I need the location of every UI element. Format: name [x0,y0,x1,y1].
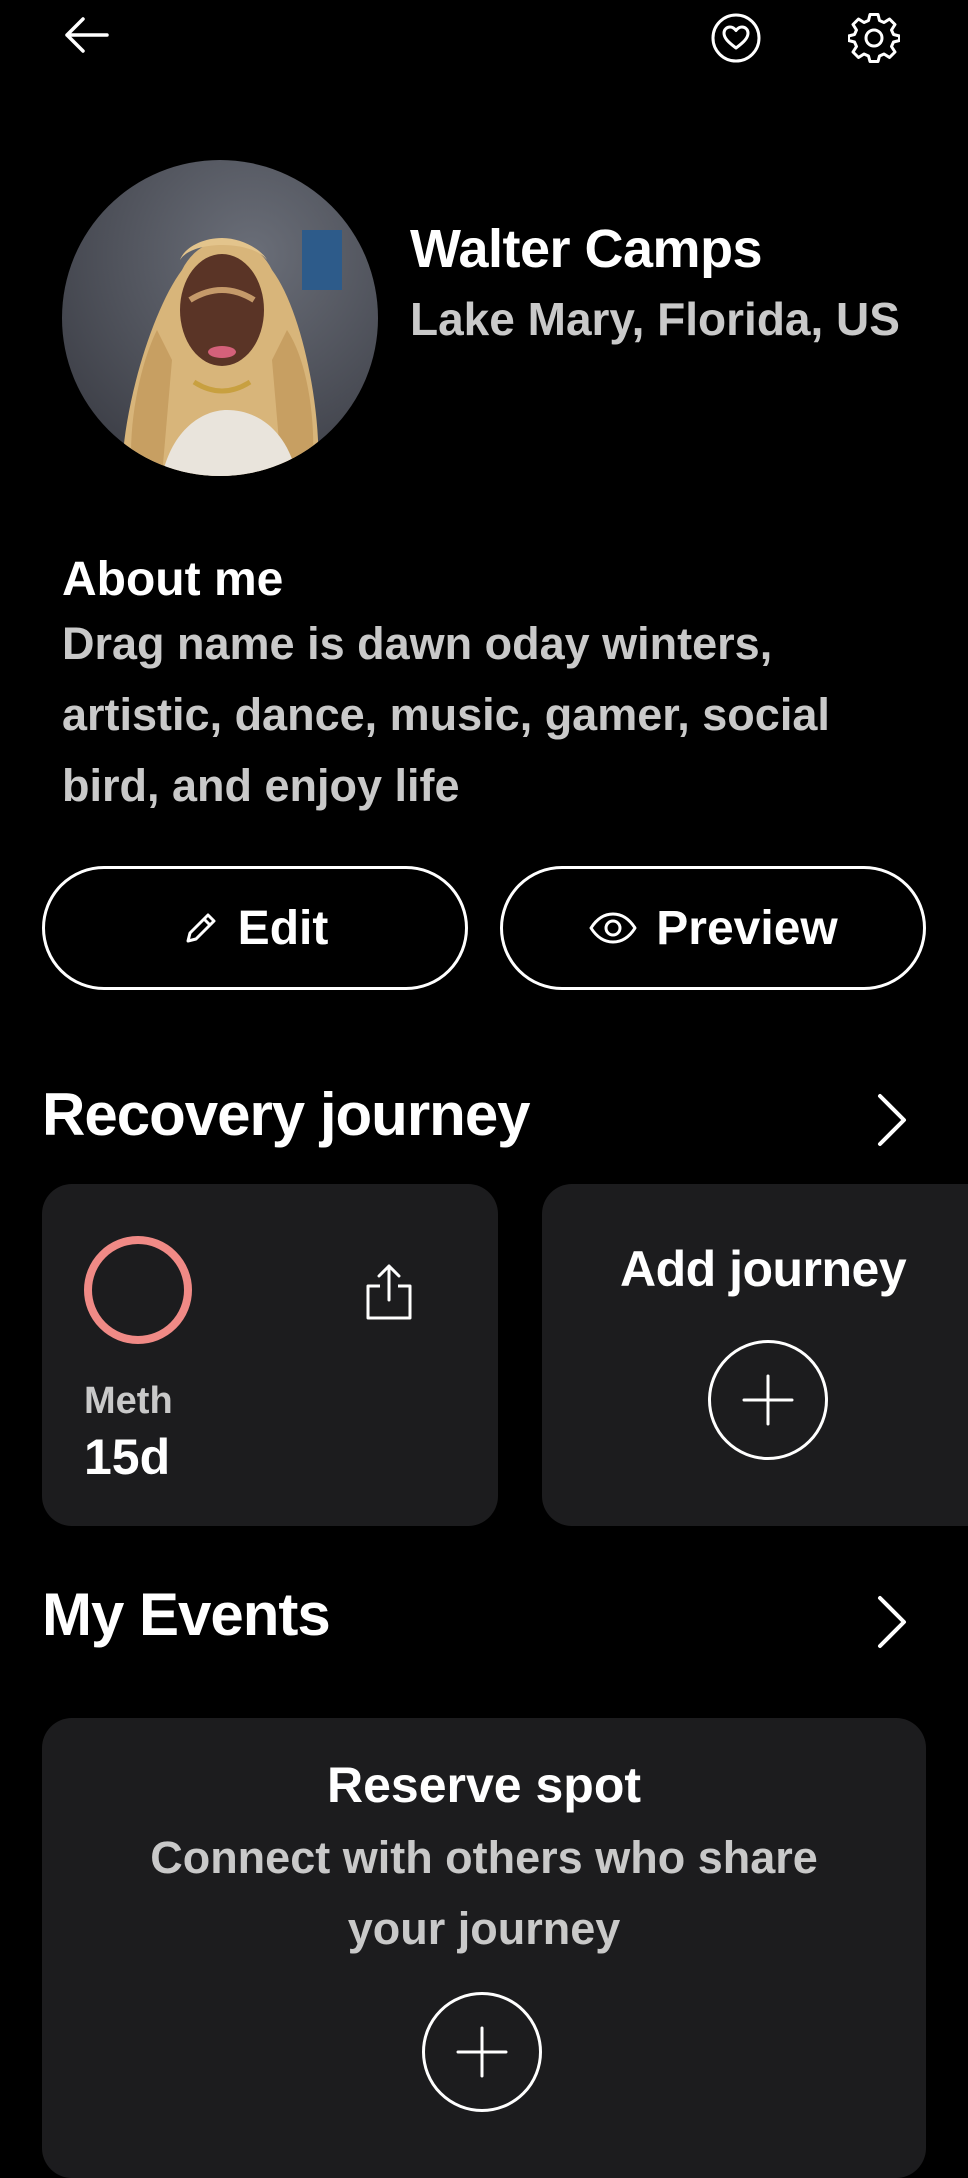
settings-button[interactable] [846,10,902,66]
profile-photo [62,160,378,476]
preview-label: Preview [656,901,838,955]
edit-label: Edit [237,901,329,955]
chevron-right-icon[interactable] [870,1590,914,1654]
preview-button[interactable]: Preview [500,866,926,990]
reserve-spot-button[interactable] [422,1992,542,2112]
profile-name: Walter Camps [410,219,763,279]
top-bar [0,0,968,80]
progress-ring [84,1236,192,1344]
journey-substance: Meth [84,1380,173,1422]
avatar[interactable] [62,160,378,476]
gear-icon [848,13,900,63]
add-journey-button[interactable] [708,1340,828,1460]
share-icon[interactable] [364,1260,414,1322]
chevron-right-icon[interactable] [870,1088,914,1152]
my-events-title: My Events [42,1581,331,1648]
reserve-spot-text: Connect with others who share your journ… [150,1832,818,1954]
profile-location: Lake Mary, Florida, US [410,293,900,345]
add-journey-card[interactable]: Add journey [542,1184,968,1526]
plus-icon [456,2026,508,2078]
arrow-left-icon [65,17,109,53]
reserve-spot-title: Reserve spot [326,1757,642,1813]
about-text: Drag name is dawn oday winters, artistic… [62,618,830,811]
heart-in-circle-icon [711,13,761,63]
eye-icon [589,912,637,944]
favorites-button[interactable] [708,10,764,66]
edit-button[interactable]: Edit [42,866,468,990]
back-button[interactable] [54,10,118,60]
add-journey-label: Add journey [620,1241,907,1297]
plus-icon [742,1374,794,1426]
journey-days: 15d [84,1429,171,1485]
pencil-icon [186,913,216,943]
reserve-spot-card[interactable]: Reserve spot Connect with others who sha… [42,1718,926,2178]
journey-card[interactable]: Meth 15d [42,1184,498,1526]
recovery-journey-title: Recovery journey [42,1081,531,1148]
about-title: About me [62,553,284,606]
